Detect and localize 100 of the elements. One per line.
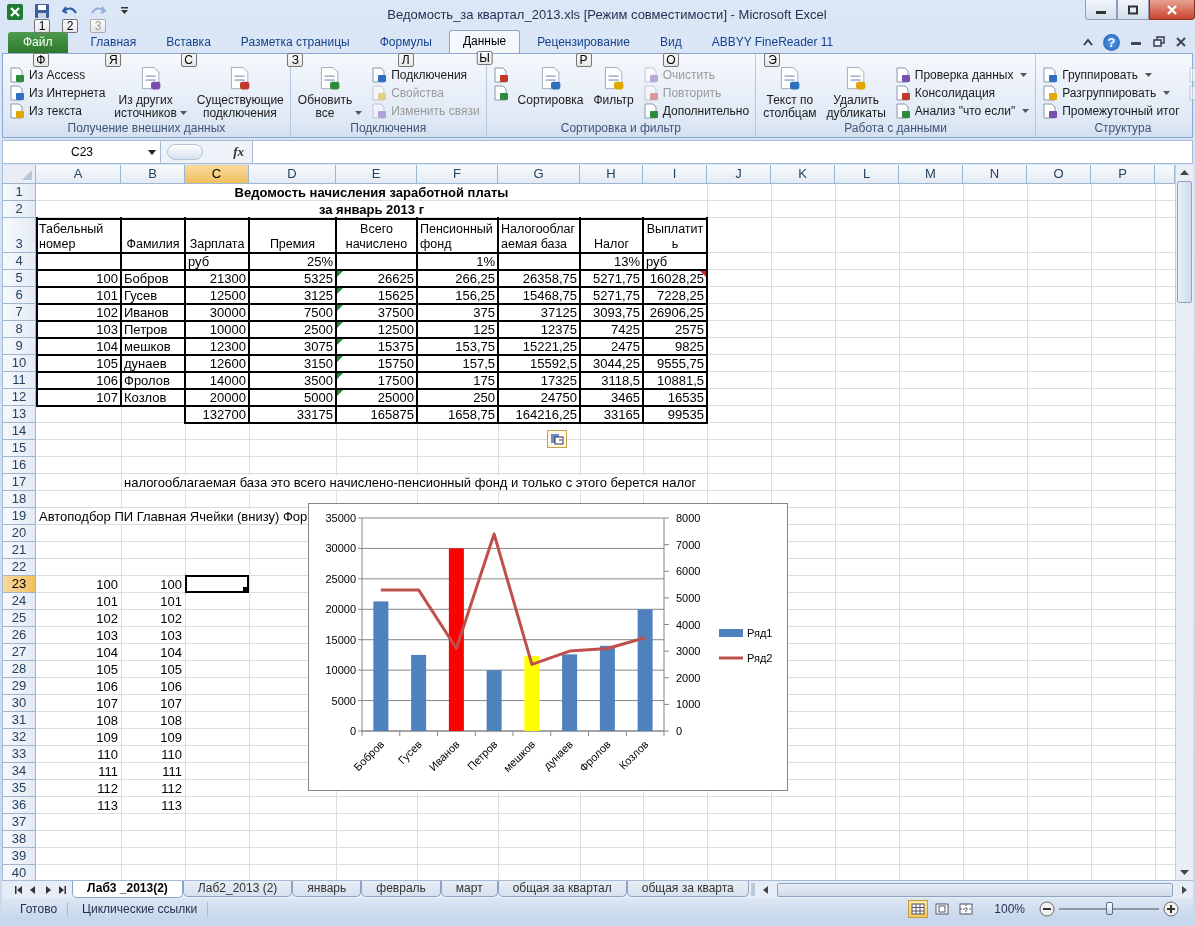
ribbon-tab[interactable]: Данные (448, 30, 521, 53)
close-button[interactable] (1149, 0, 1195, 20)
column-header[interactable]: A (36, 165, 121, 184)
ribbon-button[interactable]: Дополнительно (640, 102, 752, 120)
row-header[interactable]: 34 (3, 763, 36, 780)
column-header[interactable]: F (417, 165, 498, 184)
paste-options-button[interactable] (547, 430, 567, 448)
ribbon-button[interactable]: Подключения (369, 66, 482, 84)
scrollbar-thumb[interactable] (1177, 181, 1192, 303)
row-header[interactable]: 25 (3, 610, 36, 627)
row-header[interactable]: 14 (3, 423, 36, 440)
sheet-tab[interactable]: общая за квартал (497, 881, 627, 897)
column-header[interactable]: G (498, 165, 580, 184)
ribbon-button[interactable]: Удалить дубликаты (823, 66, 889, 120)
row-header[interactable]: 27 (3, 644, 36, 661)
row-header[interactable]: 9 (3, 338, 36, 355)
ribbon-button[interactable]: Анализ "что если" (892, 102, 1032, 120)
zoom-in-icon[interactable] (1163, 901, 1179, 917)
row-header[interactable]: 20 (3, 525, 36, 542)
vertical-scrollbar[interactable] (1175, 165, 1193, 880)
row-header[interactable]: 38 (3, 831, 36, 848)
ribbon-button[interactable]: Группировать (1040, 66, 1182, 84)
error-indicator-icon[interactable] (337, 390, 343, 396)
row-header[interactable]: 37 (3, 814, 36, 831)
row-header[interactable]: 7 (3, 304, 36, 321)
ribbon-button[interactable]: Из Access (7, 66, 108, 84)
ribbon-button[interactable]: Текст по столбцам (760, 66, 820, 120)
ribbon-button[interactable]: Сортировка (514, 66, 587, 107)
row-header[interactable]: 35 (3, 780, 36, 797)
sheet-tab[interactable]: общая за кварта (626, 881, 749, 897)
view-button[interactable] (908, 900, 929, 918)
error-indicator-icon[interactable] (337, 271, 343, 277)
error-indicator-icon[interactable] (337, 288, 343, 294)
collapse-ribbon-icon[interactable] (1082, 37, 1094, 47)
error-indicator-icon[interactable] (337, 339, 343, 345)
sheet-tab[interactable]: январь (292, 881, 362, 897)
row-header[interactable]: 12 (3, 389, 36, 406)
sheet-tab[interactable]: март (440, 881, 498, 897)
close-icon[interactable] (1175, 36, 1187, 48)
column-header[interactable]: H (580, 165, 643, 184)
ribbon-button[interactable]: Консолидация (892, 84, 1032, 102)
fill-handle[interactable] (243, 587, 248, 592)
ribbon-tab[interactable]: ABBYY FineReader 11 (698, 32, 847, 53)
sheet-tab[interactable]: Лаб2_2013 (2) (182, 881, 293, 897)
row-header[interactable]: 29 (3, 678, 36, 695)
row-header[interactable]: 33 (3, 746, 36, 763)
row-header[interactable]: 40 (3, 865, 36, 880)
row-header[interactable]: 2 (3, 201, 36, 218)
zoom-out-icon[interactable] (1039, 901, 1055, 917)
row-header[interactable]: 18 (3, 491, 36, 508)
row-header[interactable]: 31 (3, 712, 36, 729)
row-header[interactable]: 10 (3, 355, 36, 372)
ribbon-tab[interactable]: Формулы (366, 32, 445, 53)
row-header[interactable]: 6 (3, 287, 36, 304)
row-header[interactable]: 39 (3, 848, 36, 865)
zoom-level[interactable]: 100% (994, 902, 1025, 916)
column-header[interactable]: N (963, 165, 1027, 184)
column-header[interactable]: K (771, 165, 835, 184)
column-header[interactable]: J (707, 165, 771, 184)
ribbon-button[interactable]: Проверка данных (892, 66, 1032, 84)
error-indicator-icon[interactable] (337, 373, 343, 379)
restore-icon[interactable] (1152, 36, 1166, 48)
app-icon[interactable] (6, 3, 24, 21)
ribbon-tab[interactable]: Вид (646, 32, 695, 53)
column-header[interactable]: D (249, 165, 336, 184)
row-header[interactable]: 22 (3, 559, 36, 576)
ribbon-tab[interactable]: Вставка (153, 32, 224, 53)
row-header[interactable]: 23 (3, 576, 36, 593)
column-header[interactable]: C (185, 165, 249, 184)
column-header[interactable]: I (643, 165, 707, 184)
row-header[interactable]: 1 (3, 184, 36, 201)
sheet-tab[interactable]: февраль (361, 881, 441, 897)
row-header[interactable]: 21 (3, 542, 36, 559)
ribbon-button[interactable]: Разгруппировать (1040, 84, 1182, 102)
error-indicator-icon[interactable] (337, 305, 343, 311)
minimize-button[interactable] (1085, 0, 1117, 20)
column-header[interactable]: L (835, 165, 899, 184)
column-header[interactable]: O (1027, 165, 1091, 184)
ribbon-tab[interactable]: Главная (77, 32, 150, 53)
row-header[interactable]: 17 (3, 474, 36, 491)
row-header[interactable]: 24 (3, 593, 36, 610)
error-indicator-icon[interactable] (337, 322, 343, 328)
row-header[interactable]: 30 (3, 695, 36, 712)
row-header[interactable]: 32 (3, 729, 36, 746)
row-header[interactable]: 19 (3, 508, 36, 525)
ribbon-button[interactable]: Из текста (7, 102, 108, 120)
ribbon-button[interactable]: Обновить все (294, 66, 366, 120)
row-header[interactable]: 11 (3, 372, 36, 389)
ribbon-button[interactable]: Фильтр (590, 66, 637, 107)
help-button[interactable]: ? (1103, 33, 1120, 51)
customize-caret-icon[interactable] (120, 6, 129, 16)
row-header[interactable]: 28 (3, 661, 36, 678)
row-header[interactable]: 36 (3, 797, 36, 814)
column-header[interactable]: B (121, 165, 185, 184)
ribbon-button[interactable]: Существующие подключения (193, 66, 286, 120)
ribbon-tab[interactable]: Разметка страницы (227, 32, 363, 53)
ribbon-button[interactable]: Из других источников (111, 66, 190, 120)
ribbon-button[interactable]: Промежуточный итог (1040, 102, 1182, 120)
active-cell[interactable] (185, 575, 249, 593)
sheet-tab[interactable]: Лаб3 _2013(2) (72, 881, 183, 898)
